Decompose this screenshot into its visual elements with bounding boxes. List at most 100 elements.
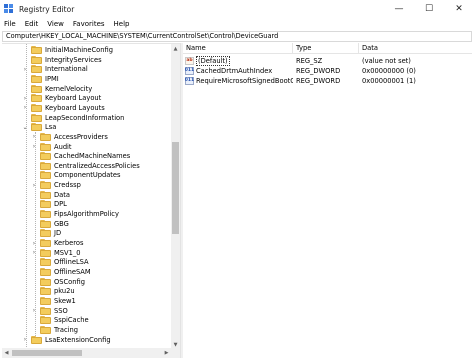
value-row[interactable]: 011RequireMicrosoftSignedBootCh...REG_DW… <box>183 76 472 86</box>
value-data: 0x00000001 (1) <box>362 77 416 85</box>
tree-item[interactable]: CachedMachineNames <box>40 151 130 161</box>
value-name: (Default) <box>196 56 230 66</box>
expander-placeholder <box>31 269 37 275</box>
tree-item[interactable]: OSConfig <box>40 277 85 287</box>
folder-icon <box>31 46 42 54</box>
expander-placeholder <box>31 221 37 227</box>
value-name: CachedDrtmAuthIndex <box>196 67 273 75</box>
chevron-right-icon[interactable]: › <box>31 240 37 247</box>
window-controls: — ☐ ✕ <box>384 0 474 18</box>
value-name-cell: 011RequireMicrosoftSignedBootCh... <box>183 77 293 85</box>
expander-placeholder <box>31 163 37 169</box>
minimize-button[interactable]: — <box>384 0 414 18</box>
value-name-cell: ab (Default) <box>183 56 293 66</box>
tree-item[interactable]: pku2u <box>40 286 75 296</box>
chevron-right-icon[interactable]: › <box>31 143 37 150</box>
tree-item-label: LeapSecondInformation <box>45 113 125 122</box>
column-header-data[interactable]: Data <box>359 43 472 54</box>
tree-item[interactable]: OfflineSAM <box>40 267 91 277</box>
column-header-name[interactable]: Name <box>183 43 293 54</box>
chevron-down-icon[interactable]: ⌄ <box>22 124 28 131</box>
tree-item[interactable]: › International <box>24 64 88 74</box>
folder-icon <box>40 267 51 276</box>
scroll-up-icon[interactable]: ▲ <box>171 44 180 53</box>
tree-item-label: International <box>45 65 88 74</box>
tree-item-label: DPL <box>54 200 67 209</box>
menu-view[interactable]: View <box>47 20 64 28</box>
tree-item[interactable]: ComponentUpdates <box>40 170 121 180</box>
tree-item-label: Credssp <box>54 181 81 190</box>
key-tree: InitialMachineConfig IntegrityServices › In… <box>2 43 180 348</box>
menu-favorites[interactable]: Favorites <box>73 20 105 28</box>
column-header-type[interactable]: Type <box>293 43 359 54</box>
tree-item[interactable]: SspiCache <box>40 315 89 325</box>
folder-icon <box>40 287 51 296</box>
value-data: (value not set) <box>362 57 411 65</box>
chevron-right-icon[interactable]: › <box>22 66 28 73</box>
tree-item[interactable]: › Keyboard Layouts <box>24 103 105 113</box>
scroll-left-icon[interactable]: ◀ <box>2 348 11 358</box>
tree-item[interactable]: › Kerberos <box>33 238 83 248</box>
tree-item[interactable]: OfflineLSA <box>40 257 89 267</box>
maximize-button[interactable]: ☐ <box>414 0 444 18</box>
hscroll-thumb[interactable] <box>12 350 82 356</box>
tree-item[interactable]: LeapSecondInformation <box>31 113 124 123</box>
tree-item-label: ComponentUpdates <box>54 171 121 180</box>
scroll-right-icon[interactable]: ▶ <box>162 348 171 358</box>
scroll-down-icon[interactable]: ▼ <box>171 340 180 348</box>
tree-item[interactable]: JD <box>40 228 61 238</box>
folder-icon <box>40 306 51 315</box>
menu-file[interactable]: File <box>4 20 16 28</box>
chevron-right-icon[interactable]: › <box>22 336 28 343</box>
tree-item[interactable]: Skew1 <box>40 296 76 306</box>
value-data: 0x00000000 (0) <box>362 67 416 75</box>
tree-item-label: MSV1_0 <box>54 248 81 257</box>
value-row[interactable]: ab (Default) REG_SZ (value not set) <box>183 56 472 66</box>
tree-item[interactable]: › Keyboard Layout <box>24 93 101 103</box>
tree-item[interactable]: › AccessProviders <box>33 132 108 142</box>
registry-editor-icon <box>4 4 14 14</box>
tree-item[interactable]: IPMI <box>31 74 59 84</box>
tree-item[interactable]: DPL <box>40 199 67 209</box>
tree-item[interactable]: GBG <box>40 219 69 229</box>
chevron-right-icon[interactable]: › <box>22 95 28 102</box>
value-type: REG_SZ <box>296 57 323 65</box>
menu-edit[interactable]: Edit <box>25 20 39 28</box>
tree-item[interactable]: › LsaExtensionConfig <box>24 335 111 345</box>
tree-item[interactable]: Tracing <box>40 325 78 335</box>
tree-item-label: Tracing <box>54 325 78 334</box>
chevron-right-icon[interactable]: › <box>31 182 37 189</box>
tree-item-label: Audit <box>54 142 72 151</box>
tree-item[interactable]: Data <box>40 190 70 200</box>
tree-item[interactable]: KernelVelocity <box>31 84 92 94</box>
tree-item[interactable]: InitialMachineConfig <box>31 45 113 55</box>
tree-item-label: Keyboard Layouts <box>45 103 105 112</box>
address-bar[interactable]: Computer\HKEY_LOCAL_MACHINE\SYSTEM\Curre… <box>2 31 472 42</box>
menu-help[interactable]: Help <box>114 20 130 28</box>
tree-horizontal-scrollbar[interactable]: ◀ ▶ <box>2 348 180 358</box>
scroll-thumb[interactable] <box>172 142 179 234</box>
tree-item[interactable]: › Credssp <box>33 180 81 190</box>
chevron-right-icon[interactable]: › <box>31 249 37 256</box>
tree-item-label: Data <box>54 190 70 199</box>
tree-item-label: pku2u <box>54 287 75 296</box>
chevron-right-icon[interactable]: › <box>31 133 37 140</box>
expander-placeholder <box>31 172 37 178</box>
tree-item[interactable]: › SSO <box>33 306 68 316</box>
tree-item-label: IPMI <box>45 74 59 83</box>
tree-item[interactable]: › Audit <box>33 142 72 152</box>
chevron-right-icon[interactable]: › <box>31 307 37 314</box>
expander-placeholder <box>22 76 28 82</box>
expander-placeholder <box>31 211 37 217</box>
tree-item[interactable]: ⌄ Lsa <box>22 122 56 132</box>
tree-item[interactable]: IntegrityServices <box>31 55 102 65</box>
folder-icon <box>40 277 51 286</box>
tree-item[interactable]: › MSV1_0 <box>33 248 81 258</box>
chevron-right-icon[interactable]: › <box>22 104 28 111</box>
tree-vertical-scrollbar[interactable]: ▲ ▼ <box>171 44 180 348</box>
folder-icon <box>40 248 51 257</box>
close-button[interactable]: ✕ <box>444 0 474 18</box>
value-row[interactable]: 011 CachedDrtmAuthIndex REG_DWORD 0x0000000… <box>183 66 472 76</box>
tree-item[interactable]: FipsAlgorithmPolicy <box>40 209 119 219</box>
tree-item[interactable]: CentralizedAccessPolicies <box>40 161 140 171</box>
